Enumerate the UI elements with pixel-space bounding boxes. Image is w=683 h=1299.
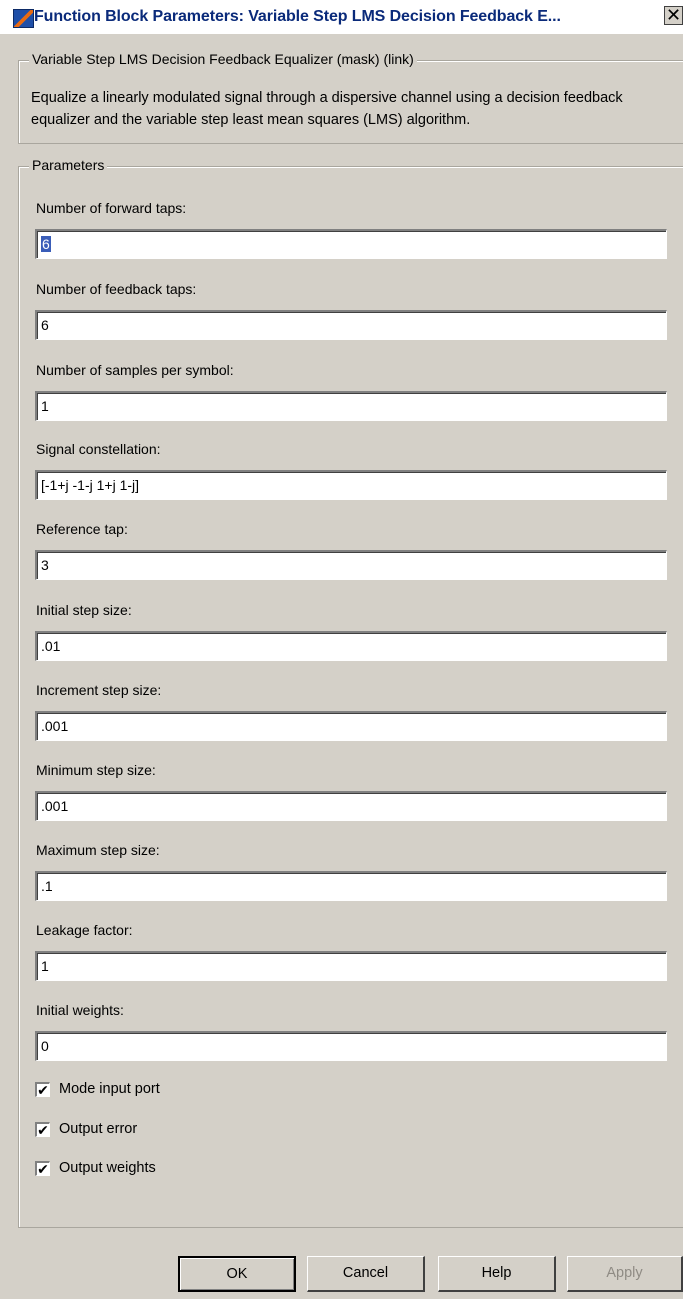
reference-tap-label: Reference tap: xyxy=(36,521,128,537)
initial-step-size-label: Initial step size: xyxy=(36,602,132,618)
minimum-step-size-input[interactable]: .001 xyxy=(35,791,667,821)
leakage-factor-input[interactable]: 1 xyxy=(35,951,667,981)
feedback-taps-input[interactable]: 6 xyxy=(35,310,667,340)
apply-button[interactable]: Apply xyxy=(567,1256,683,1292)
ok-button[interactable]: OK xyxy=(178,1256,296,1292)
window-title: Function Block Parameters: Variable Step… xyxy=(34,8,561,25)
mask-description: Equalize a linearly modulated signal thr… xyxy=(31,90,623,128)
samples-per-symbol-label: Number of samples per symbol: xyxy=(36,362,234,378)
initial-weights-label: Initial weights: xyxy=(36,1002,124,1018)
title-bar: Function Block Parameters: Variable Step… xyxy=(0,0,683,34)
increment-step-size-input[interactable]: .001 xyxy=(35,711,667,741)
signal-constellation-label: Signal constellation: xyxy=(36,441,161,457)
feedback-taps-label: Number of feedback taps: xyxy=(36,281,197,297)
close-icon: ✕ xyxy=(665,5,682,25)
initial-weights-input[interactable]: 0 xyxy=(35,1031,667,1061)
help-button[interactable]: Help xyxy=(438,1256,556,1292)
checkbox-checked-icon[interactable]: ✔ xyxy=(35,1082,50,1097)
minimum-step-size-label: Minimum step size: xyxy=(36,762,156,778)
reference-tap-input[interactable]: 3 xyxy=(35,550,667,580)
parameters-legend: Parameters xyxy=(29,157,108,173)
output-error-label: Output error xyxy=(59,1121,138,1137)
mask-description-group: Variable Step LMS Decision Feedback Equa… xyxy=(18,51,683,144)
simulink-app-icon xyxy=(13,9,34,28)
forward-taps-label: Number of forward taps: xyxy=(36,200,187,216)
initial-step-size-input[interactable]: .01 xyxy=(35,631,667,661)
forward-taps-value: 6 xyxy=(41,236,51,252)
function-block-parameters-dialog: Function Block Parameters: Variable Step… xyxy=(0,0,683,1299)
maximum-step-size-label: Maximum step size: xyxy=(36,842,160,858)
forward-taps-input[interactable]: 6 xyxy=(35,229,667,259)
signal-constellation-input[interactable]: [-1+j -1-j 1+j 1-j] xyxy=(35,470,667,500)
samples-per-symbol-input[interactable]: 1 xyxy=(35,391,667,421)
mask-legend: Variable Step LMS Decision Feedback Equa… xyxy=(29,51,417,67)
mode-input-port-label: Mode input port xyxy=(59,1081,160,1097)
increment-step-size-label: Increment step size: xyxy=(36,682,162,698)
maximum-step-size-input[interactable]: .1 xyxy=(35,871,667,901)
cancel-button[interactable]: Cancel xyxy=(307,1256,425,1292)
checkbox-checked-icon[interactable]: ✔ xyxy=(35,1161,50,1176)
leakage-factor-label: Leakage factor: xyxy=(36,922,133,938)
output-weights-label: Output weights xyxy=(59,1160,156,1176)
checkbox-checked-icon[interactable]: ✔ xyxy=(35,1122,50,1137)
close-button[interactable]: ✕ xyxy=(664,6,683,25)
